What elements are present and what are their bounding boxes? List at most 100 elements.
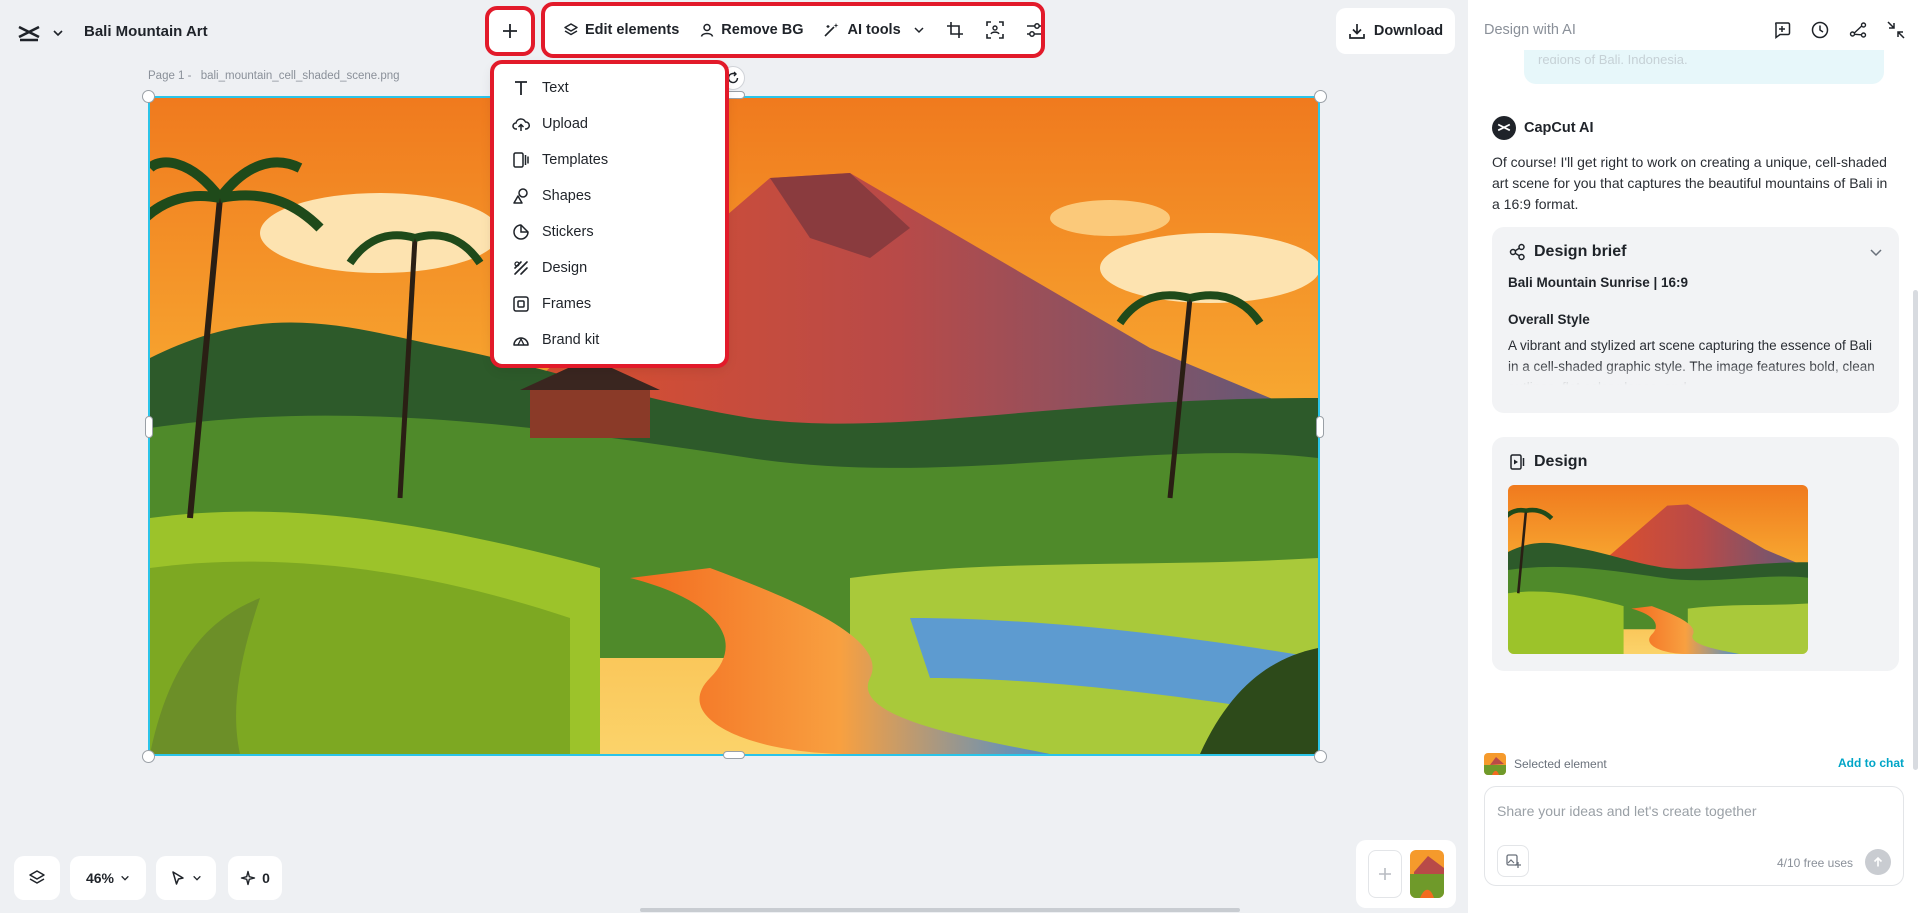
selected-element-label: Selected element [1514, 757, 1607, 771]
pointer-tool-button[interactable] [156, 856, 216, 900]
file-name: bali_mountain_cell_shaded_scene.png [200, 70, 400, 82]
magic-wand-icon [823, 22, 841, 38]
share-icon[interactable] [1848, 20, 1868, 40]
menu-item-label: Brand kit [542, 332, 600, 348]
menu-item-label: Shapes [542, 188, 592, 204]
app-menu-button[interactable] [14, 18, 64, 48]
cursor-icon [170, 870, 186, 886]
chevron-down-icon [192, 873, 202, 883]
brief-section-title: Overall Style [1508, 312, 1590, 327]
ai-message: Of course! I'll get right to work on cre… [1492, 154, 1888, 212]
scan-icon [985, 21, 1004, 39]
ai-tools-button[interactable]: AI tools [817, 16, 930, 44]
canvas-horizontal-scrollbar[interactable] [640, 908, 1240, 912]
add-menu-item-templates[interactable]: Templates [500, 142, 719, 178]
page-thumbnail[interactable] [1410, 850, 1444, 898]
design-doc-icon [1508, 453, 1526, 471]
crop-icon [946, 21, 964, 39]
add-menu-item-upload[interactable]: Upload [500, 106, 719, 142]
attach-image-button[interactable] [1497, 845, 1529, 877]
brief-subtitle: Bali Mountain Sunrise | 16:9 [1508, 275, 1689, 290]
history-icon[interactable] [1810, 20, 1830, 40]
ai-credit-count: 0 [262, 870, 270, 886]
layers-icon [563, 22, 579, 38]
adjust-button[interactable] [1019, 15, 1051, 45]
ai-author-name: CapCut AI [1524, 120, 1594, 136]
zoom-control[interactable]: 46% [70, 856, 146, 900]
chevron-down-icon[interactable] [1869, 245, 1883, 259]
add-menu-item-shapes[interactable]: Shapes [500, 178, 719, 214]
add-to-chat-link[interactable]: Add to chat [1838, 756, 1904, 770]
design-thumbnail[interactable] [1508, 485, 1808, 654]
sparkle-icon [240, 870, 256, 886]
capcut-logo-icon [14, 18, 44, 48]
smart-select-button[interactable] [979, 15, 1011, 45]
templates-icon [512, 151, 530, 169]
download-label: Download [1373, 23, 1444, 39]
chat-input-box[interactable]: Share your ideas and let's create togeth… [1484, 786, 1904, 886]
brief-nodes-icon [1508, 243, 1526, 261]
add-menu-item-text[interactable]: Text [500, 70, 719, 106]
design-brief-title: Design brief [1534, 243, 1627, 260]
add-page-button[interactable] [1368, 850, 1402, 898]
person-icon [699, 22, 715, 38]
menu-item-label: Design [542, 260, 588, 276]
menu-item-label: Upload [542, 116, 588, 132]
panel-header: Design with AI [1484, 22, 1576, 38]
ai-design-panel: Design with AI regions of Bali, Indonesi… [1468, 0, 1920, 913]
ai-tools-label: AI tools [847, 22, 901, 38]
menu-item-label: Frames [542, 296, 592, 312]
design-thumbnail-image [1508, 485, 1808, 654]
add-menu-item-stickers[interactable]: Stickers [500, 214, 719, 250]
canvas-image[interactable] [148, 96, 1320, 756]
panel-scrollbar[interactable] [1913, 290, 1918, 770]
chat-input-placeholder[interactable]: Share your ideas and let's create togeth… [1497, 803, 1757, 819]
bali-mountain-illustration [150, 98, 1318, 754]
menu-item-label: Text [542, 80, 569, 96]
add-menu-item-brand-kit[interactable]: Brand kit [500, 322, 719, 358]
layers-icon [28, 869, 46, 887]
add-menu-item-design[interactable]: Design [500, 250, 719, 286]
page-number: Page 1 - [148, 70, 192, 82]
plus-icon [1377, 866, 1393, 882]
layers-button[interactable] [14, 856, 60, 900]
image-add-icon [1505, 853, 1521, 869]
collapse-icon[interactable] [1886, 20, 1906, 40]
edit-elements-button[interactable]: Edit elements [557, 16, 685, 44]
send-button[interactable] [1865, 849, 1891, 875]
resize-handle-bottom[interactable] [723, 751, 745, 759]
download-button[interactable]: Download [1336, 8, 1455, 54]
ai-credits-button[interactable]: 0 [228, 856, 282, 900]
crop-button[interactable] [939, 15, 971, 45]
page-strip [1356, 840, 1456, 908]
user-message-bubble: regions of Bali, Indonesia. [1524, 50, 1884, 84]
resize-handle-bottom-left[interactable] [142, 750, 155, 763]
project-title[interactable]: Bali Mountain Art [84, 23, 208, 40]
resize-handle-left[interactable] [145, 416, 153, 438]
download-icon [1348, 22, 1366, 40]
capcut-ai-avatar-icon [1492, 116, 1516, 140]
zoom-level: 46% [85, 870, 115, 886]
add-menu-dropdown: Text Upload Templates Shapes Stickers De… [490, 60, 729, 368]
design-brief-card[interactable]: Design brief Bali Mountain Sunrise | 16:… [1492, 227, 1899, 413]
frame-icon [512, 295, 530, 313]
sticker-icon [512, 223, 530, 241]
sliders-icon [1026, 21, 1044, 39]
edit-elements-label: Edit elements [585, 22, 680, 38]
free-uses-counter: 4/10 free uses [1776, 856, 1853, 870]
upload-cloud-icon [512, 115, 530, 133]
arrow-up-icon [1872, 856, 1884, 868]
design-icon [512, 259, 530, 277]
resize-handle-bottom-right[interactable] [1314, 750, 1327, 763]
resize-handle-top-right[interactable] [1314, 90, 1327, 103]
shapes-icon [512, 187, 530, 205]
brief-text: A vibrant and stylized art scene capturi… [1508, 338, 1875, 385]
brand-kit-icon [512, 331, 530, 349]
add-button[interactable] [485, 6, 535, 56]
add-menu-item-frames[interactable]: Frames [500, 286, 719, 322]
resize-handle-right[interactable] [1316, 416, 1324, 438]
new-chat-icon[interactable] [1772, 20, 1792, 40]
remove-bg-button[interactable]: Remove BG [693, 16, 809, 44]
resize-handle-top[interactable] [723, 91, 745, 99]
resize-handle-top-left[interactable] [142, 90, 155, 103]
